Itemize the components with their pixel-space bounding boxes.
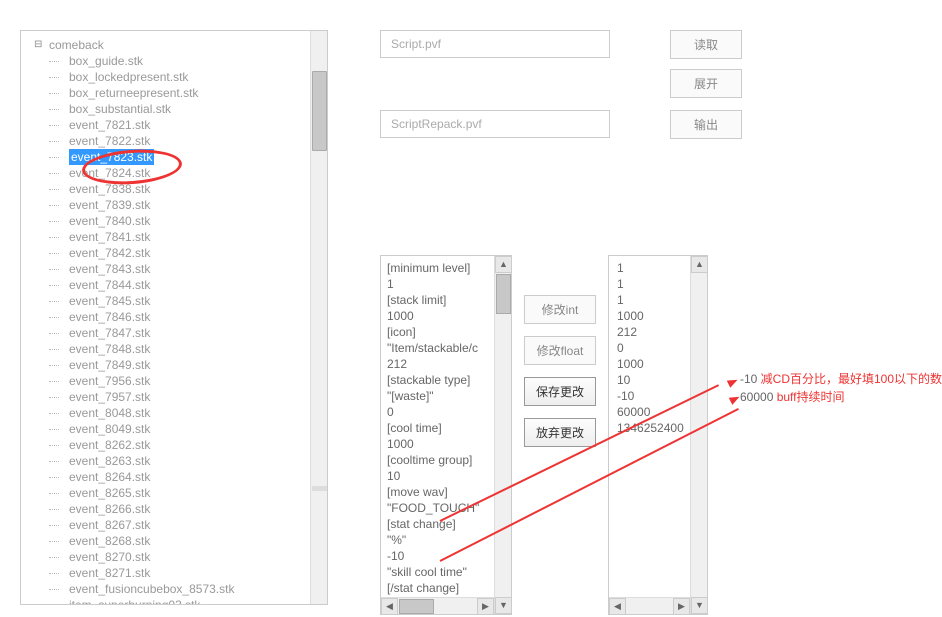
tree-item[interactable]: event_7821.stk — [69, 117, 327, 133]
value-list-vscroll[interactable]: ▲ ▼ — [690, 256, 707, 614]
property-line[interactable]: [minimum level] — [387, 260, 505, 276]
tree-item[interactable]: event_7838.stk — [69, 181, 327, 197]
value-line[interactable]: 1000 — [617, 308, 699, 324]
output-button[interactable]: 输出 — [670, 110, 742, 139]
tree-item[interactable]: event_7848.stk — [69, 341, 327, 357]
tree-item[interactable]: event_7824.stk — [69, 165, 327, 181]
scroll-right-icon[interactable]: ▶ — [477, 598, 494, 615]
tree-item[interactable]: event_7840.stk — [69, 213, 327, 229]
tree-scrollbar-thumb[interactable] — [312, 71, 327, 151]
property-line[interactable]: 10 — [387, 468, 505, 484]
tree-item[interactable]: event_7846.stk — [69, 309, 327, 325]
property-line[interactable]: "[waste]" — [387, 388, 505, 404]
tree-item[interactable]: event_7839.stk — [69, 197, 327, 213]
tree-item[interactable]: event_7847.stk — [69, 325, 327, 341]
tree-item[interactable]: event_8048.stk — [69, 405, 327, 421]
tree-content: comeback box_guide.stkbox_lockedpresent.… — [21, 31, 327, 605]
tree-item[interactable]: event_7957.stk — [69, 389, 327, 405]
right-controls-area: Script.pvf 读取 展开 ScriptRepack.pvf 输出 [mi… — [380, 30, 920, 151]
tree-item[interactable]: event_7841.stk — [69, 229, 327, 245]
property-line[interactable]: 1000 — [387, 308, 505, 324]
tree-folder-comeback[interactable]: comeback — [49, 37, 327, 53]
edit-button-column: 修改int 修改float 保存更改 放弃更改 — [524, 255, 596, 615]
tree-item[interactable]: event_8265.stk — [69, 485, 327, 501]
property-line[interactable]: [icon] — [387, 324, 505, 340]
script-repack-input[interactable]: ScriptRepack.pvf — [380, 110, 610, 138]
file-tree-panel: comeback box_guide.stkbox_lockedpresent.… — [20, 30, 328, 605]
tree-item[interactable]: event_fusioncubebox_8573.stk — [69, 581, 327, 597]
value-list-panel[interactable]: 11110002120100010-10600001346252400 ▲ ▼ … — [608, 255, 708, 615]
value-list-hscroll[interactable]: ◀ ▶ — [609, 597, 690, 614]
property-line[interactable]: "Item/stackable/c — [387, 340, 505, 356]
tree-item[interactable]: event_7845.stk — [69, 293, 327, 309]
tree-item[interactable]: event_7849.stk — [69, 357, 327, 373]
tree-item[interactable]: event_7843.stk — [69, 261, 327, 277]
property-line[interactable]: "skill cool time" — [387, 564, 505, 580]
tree-scrollbar-mark — [312, 486, 327, 491]
annotation-cd-percent: -10 减CD百分比，最好填100以下的数值 — [740, 370, 942, 387]
property-line[interactable]: [cool time] — [387, 420, 505, 436]
value-line[interactable]: 1 — [617, 260, 699, 276]
scroll-left-icon[interactable]: ◀ — [609, 598, 626, 615]
value-line[interactable]: 1 — [617, 276, 699, 292]
tree-item[interactable]: event_8262.stk — [69, 437, 327, 453]
tree-item[interactable]: event_8263.stk — [69, 453, 327, 469]
expand-button[interactable]: 展开 — [670, 69, 742, 98]
property-line[interactable]: 1000 — [387, 436, 505, 452]
tree-item[interactable]: event_8266.stk — [69, 501, 327, 517]
tree-item[interactable]: box_returneepresent.stk — [69, 85, 327, 101]
modify-float-button[interactable]: 修改float — [524, 336, 596, 365]
property-line[interactable]: [cooltime group] — [387, 452, 505, 468]
script-pvf-input[interactable]: Script.pvf — [380, 30, 610, 58]
value-line[interactable]: 10 — [617, 372, 699, 388]
tree-item[interactable]: event_8270.stk — [69, 549, 327, 565]
tree-item[interactable]: box_lockedpresent.stk — [69, 69, 327, 85]
scroll-right-icon[interactable]: ▶ — [673, 598, 690, 615]
property-list-vscroll[interactable]: ▲ ▼ — [494, 256, 511, 614]
scroll-left-icon[interactable]: ◀ — [381, 598, 398, 615]
tree-item[interactable]: item_superburning03.stk — [69, 597, 327, 605]
tree-item[interactable]: box_guide.stk — [69, 53, 327, 69]
tree-item[interactable]: box_substantial.stk — [69, 101, 327, 117]
property-line[interactable]: "FOOD_TOUCH" — [387, 500, 505, 516]
scroll-down-icon[interactable]: ▼ — [691, 597, 708, 614]
tree-item[interactable]: event_7844.stk — [69, 277, 327, 293]
property-list-vthumb[interactable] — [496, 274, 511, 314]
scroll-down-icon[interactable]: ▼ — [495, 597, 512, 614]
value-line[interactable]: 1000 — [617, 356, 699, 372]
annotation-buff-duration: 60000 buff持续时间 — [740, 388, 845, 405]
discard-change-button[interactable]: 放弃更改 — [524, 418, 596, 447]
property-line[interactable]: 1 — [387, 276, 505, 292]
scroll-up-icon[interactable]: ▲ — [495, 256, 512, 273]
scroll-up-icon[interactable]: ▲ — [691, 256, 708, 273]
property-line[interactable]: [stack limit] — [387, 292, 505, 308]
tree-item[interactable]: event_7956.stk — [69, 373, 327, 389]
tree-item[interactable]: event_8267.stk — [69, 517, 327, 533]
modify-int-button[interactable]: 修改int — [524, 295, 596, 324]
property-line[interactable]: 0 — [387, 404, 505, 420]
property-line[interactable]: [/stat change] — [387, 580, 505, 596]
tree-item[interactable]: event_8264.stk — [69, 469, 327, 485]
tree-item[interactable]: event_7822.stk — [69, 133, 327, 149]
property-list-hthumb[interactable] — [399, 599, 434, 614]
value-line[interactable]: 0 — [617, 340, 699, 356]
read-button[interactable]: 读取 — [670, 30, 742, 59]
value-line[interactable]: 212 — [617, 324, 699, 340]
property-list-panel[interactable]: [minimum level]1[stack limit]1000[icon]"… — [380, 255, 512, 615]
tree-item[interactable]: event_7842.stk — [69, 245, 327, 261]
property-line[interactable]: [stackable type] — [387, 372, 505, 388]
save-change-button[interactable]: 保存更改 — [524, 377, 596, 406]
tree-vertical-scrollbar[interactable] — [310, 31, 327, 604]
property-line[interactable]: 212 — [387, 356, 505, 372]
tree-item[interactable]: event_7823.stk — [69, 149, 154, 165]
arrow-head-1 — [727, 376, 739, 388]
tree-item[interactable]: event_8049.stk — [69, 421, 327, 437]
value-line[interactable]: 60000 — [617, 404, 699, 420]
value-line[interactable]: 1 — [617, 292, 699, 308]
tree-item[interactable]: event_8271.stk — [69, 565, 327, 581]
property-list-hscroll[interactable]: ◀ ▶ — [381, 597, 494, 614]
tree-item[interactable]: event_8268.stk — [69, 533, 327, 549]
